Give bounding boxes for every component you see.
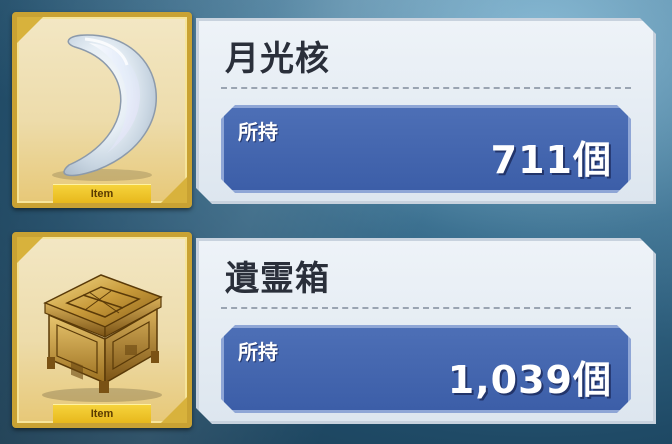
item-icon-frame: Item <box>12 12 192 208</box>
item-info-panel: 遺霊箱 所持 1,039個 <box>196 238 656 424</box>
item-type-tag: Item <box>53 184 151 203</box>
owned-label: 所持 <box>238 340 278 364</box>
item-info-panel: 月光核 所持 711個 <box>196 18 656 204</box>
divider <box>221 307 631 309</box>
divider <box>221 87 631 89</box>
owned-count-panel: 所持 711個 <box>221 105 631 193</box>
owned-count: 711個 <box>490 138 612 182</box>
owned-count-panel: 所持 1,039個 <box>221 325 631 413</box>
crescent-moon-crystal-icon <box>52 34 157 181</box>
item-icon-frame: Item <box>12 232 192 428</box>
item-card-spirit-chest[interactable]: Item 遺霊箱 所持 1,039個 <box>12 232 660 428</box>
owned-label: 所持 <box>238 120 278 144</box>
owned-count: 1,039個 <box>447 358 612 402</box>
item-name: 月光核 <box>225 39 330 79</box>
item-name: 遺霊箱 <box>225 259 330 299</box>
golden-chest-icon <box>42 274 163 402</box>
item-type-tag: Item <box>53 404 151 423</box>
item-card-moonlight-core[interactable]: Item 月光核 所持 711個 <box>12 12 660 208</box>
